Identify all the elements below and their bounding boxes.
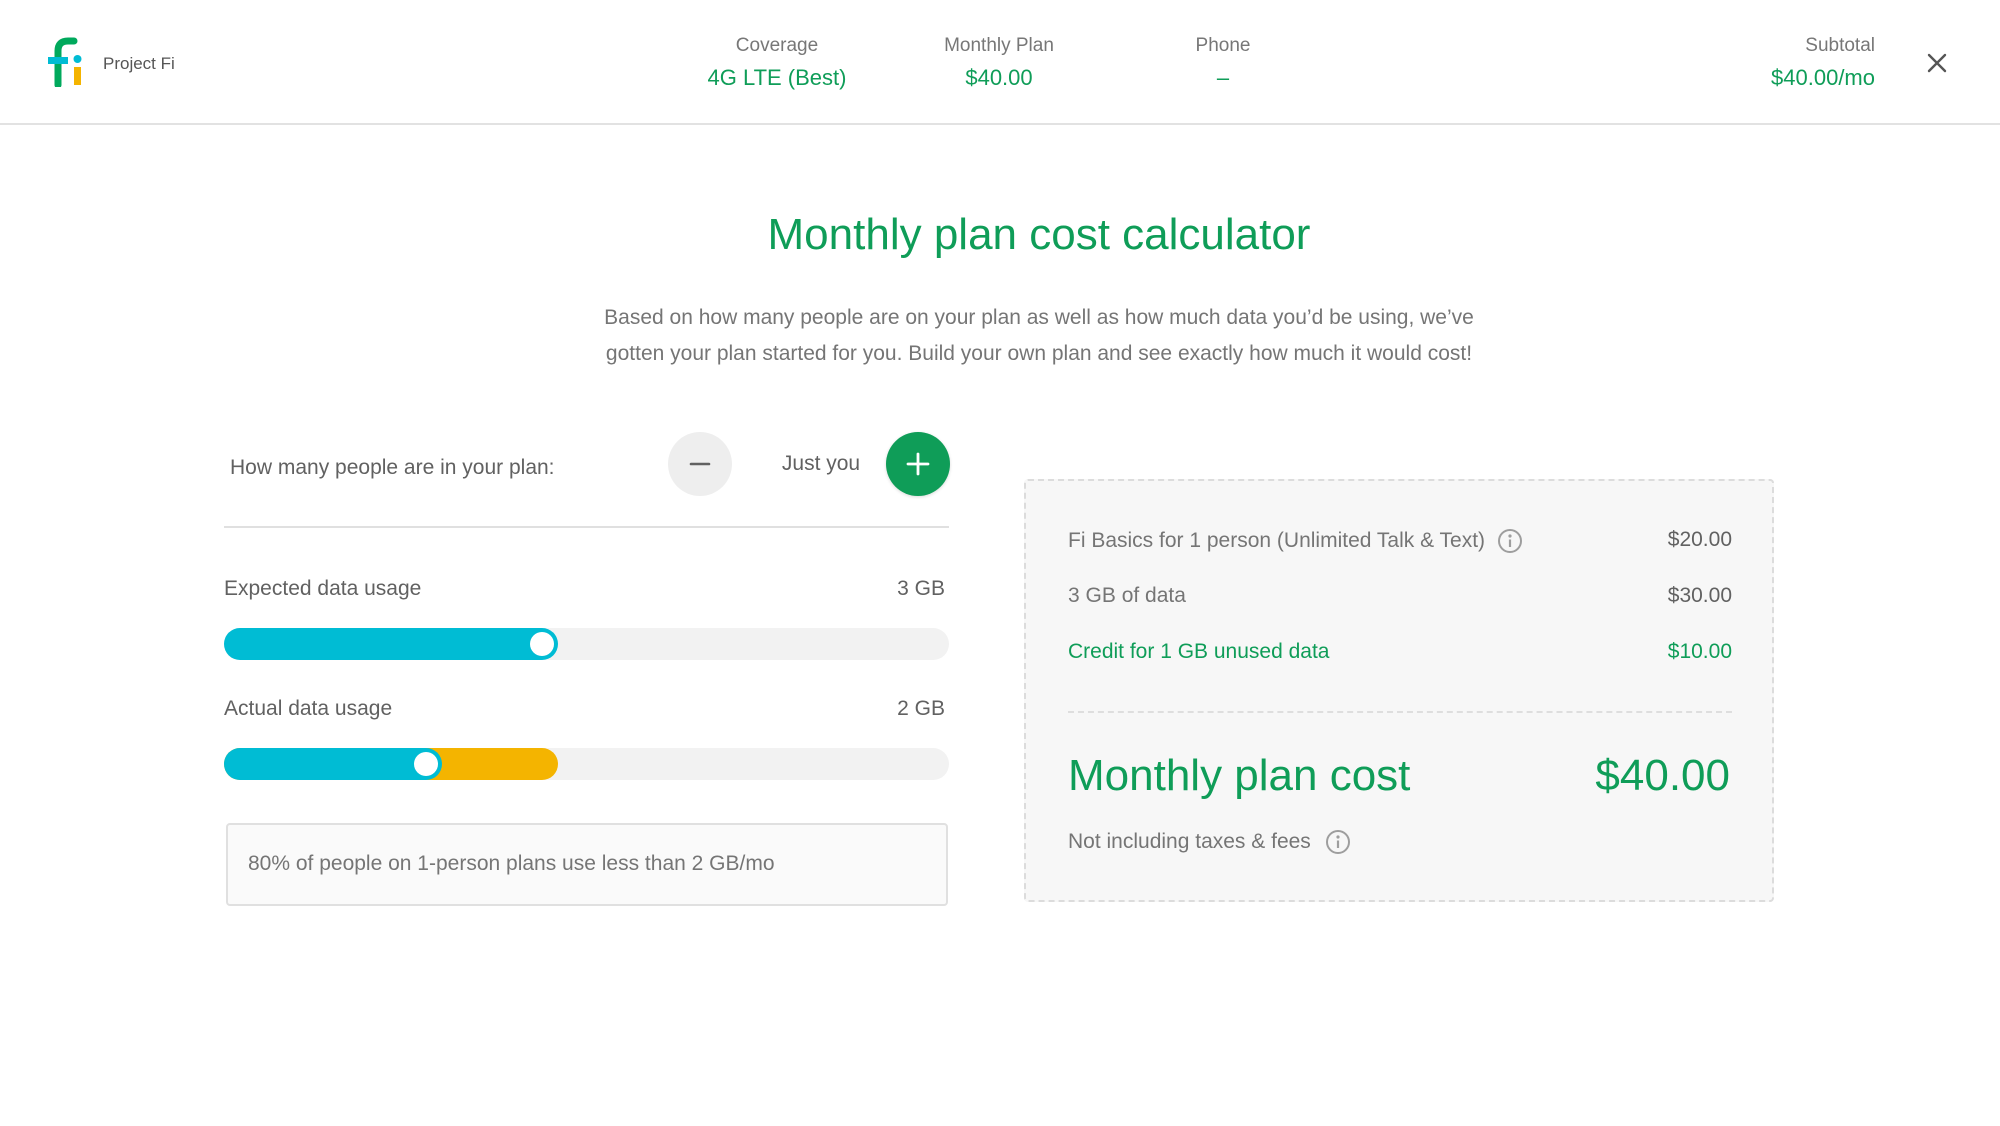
expected-usage-fill bbox=[224, 628, 558, 660]
intro-line-1: Based on how many people are on your pla… bbox=[604, 306, 1474, 329]
close-icon bbox=[1927, 53, 1947, 73]
page-title: Monthly plan cost calculator bbox=[767, 210, 1311, 259]
coverage-value: 4G LTE (Best) bbox=[707, 65, 847, 90]
credit-amount: $10.00 bbox=[1667, 640, 1732, 663]
monthly-cost-amount: $40.00 bbox=[1595, 751, 1730, 800]
actual-usage-slider-handle[interactable] bbox=[414, 752, 438, 776]
increase-people-button[interactable] bbox=[886, 432, 950, 496]
monthly-plan-label: Monthly Plan bbox=[944, 35, 1054, 56]
line-item-label: Fi Basics for 1 person (Unlimited Talk &… bbox=[1068, 529, 1486, 552]
info-icon[interactable] bbox=[1325, 829, 1351, 855]
credit-line-item: Credit for 1 GB unused data $10.00 bbox=[1068, 640, 1732, 670]
project-fi-logo[interactable] bbox=[46, 37, 88, 87]
subtotal-summary: Subtotal $40.00/mo bbox=[1615, 35, 1875, 91]
subtotal-value: $40.00/mo bbox=[1771, 65, 1875, 90]
expected-usage-slider[interactable] bbox=[224, 628, 949, 660]
top-bar: Project Fi Coverage 4G LTE (Best) Monthl… bbox=[0, 0, 2000, 125]
fees-note-text: Not including taxes & fees bbox=[1068, 830, 1311, 853]
minus-icon bbox=[689, 462, 711, 466]
phone-value: – bbox=[1216, 65, 1230, 90]
phone-label: Phone bbox=[1195, 35, 1251, 56]
line-item: Fi Basics for 1 person (Unlimited Talk &… bbox=[1068, 528, 1732, 558]
expected-usage-value: 3 GB bbox=[897, 577, 945, 600]
expected-usage-label: Expected data usage bbox=[224, 577, 422, 600]
people-count-value: Just you bbox=[781, 452, 861, 475]
coverage-label: Coverage bbox=[735, 35, 819, 56]
monthly-cost-label: Monthly plan cost bbox=[1068, 751, 1411, 800]
intro-text: Based on how many people are on your pla… bbox=[580, 300, 1498, 372]
line-item-label: 3 GB of data bbox=[1068, 584, 1186, 607]
expected-usage-slider-handle[interactable] bbox=[530, 632, 554, 656]
plan-cost-summary: Fi Basics for 1 person (Unlimited Talk &… bbox=[1024, 479, 1774, 902]
usage-hint-text: 80% of people on 1-person plans use less… bbox=[248, 852, 775, 875]
close-button[interactable] bbox=[1922, 48, 1952, 78]
credit-label: Credit for 1 GB unused data bbox=[1068, 640, 1330, 663]
people-label: How many people are in your plan: bbox=[230, 456, 555, 479]
fees-note: Not including taxes & fees bbox=[1068, 829, 1351, 855]
divider bbox=[1068, 711, 1732, 713]
phone-summary: Phone – bbox=[1113, 35, 1333, 91]
intro-line-2: gotten your plan started for you. Build … bbox=[605, 342, 1473, 365]
actual-usage-label: Actual data usage bbox=[224, 697, 393, 720]
line-item-amount: $30.00 bbox=[1667, 584, 1732, 607]
actual-usage-fill bbox=[224, 748, 442, 780]
info-icon[interactable] bbox=[1497, 528, 1523, 554]
line-item: 3 GB of data $30.00 bbox=[1068, 584, 1732, 614]
coverage-summary: Coverage 4G LTE (Best) bbox=[667, 35, 887, 91]
usage-hint-box: 80% of people on 1-person plans use less… bbox=[226, 823, 948, 906]
actual-usage-value: 2 GB bbox=[897, 697, 945, 720]
line-item-amount: $20.00 bbox=[1667, 528, 1732, 551]
subtotal-label: Subtotal bbox=[1805, 35, 1875, 56]
people-stepper-row: How many people are in your plan: Just y… bbox=[224, 430, 950, 528]
actual-usage-slider[interactable] bbox=[224, 748, 949, 780]
plus-icon bbox=[906, 452, 930, 476]
monthly-plan-value: $40.00 bbox=[965, 65, 1033, 90]
decrease-people-button[interactable] bbox=[668, 432, 732, 496]
monthly-plan-summary: Monthly Plan $40.00 bbox=[889, 35, 1109, 91]
brand-name: Project Fi bbox=[103, 54, 175, 73]
